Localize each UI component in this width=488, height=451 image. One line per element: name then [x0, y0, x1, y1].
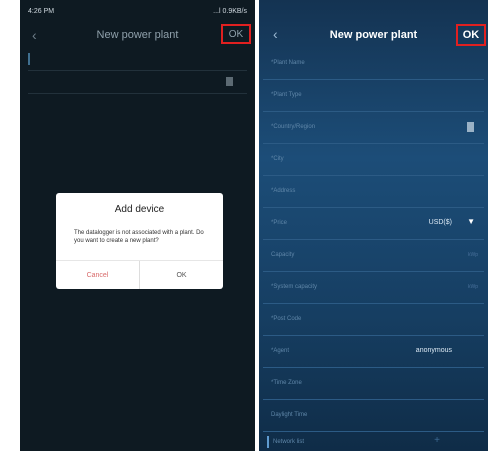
network-list-row[interactable]: Network list + — [263, 432, 484, 450]
field-label: Daylight Time — [271, 412, 308, 418]
nav-bar: ‹ New power plant OK — [20, 22, 255, 48]
form-field[interactable]: *Plant Name — [263, 48, 484, 80]
form-field[interactable]: *Post Code — [263, 304, 484, 336]
field-label: *Country/Region — [271, 124, 316, 130]
left-screen: 4:26 PM ...l 0.9KB/s ‹ New power plant O… — [20, 0, 255, 451]
page-title: New power plant — [329, 29, 418, 41]
form-field[interactable]: *City — [263, 144, 484, 176]
right-screen: ‹ New power plant OK *Plant Name *Plant T… — [259, 0, 488, 451]
field-label: *Agent — [271, 348, 290, 354]
form-field[interactable]: Capacity kWp — [263, 240, 484, 272]
dialog-title: Add device — [114, 204, 165, 215]
dropdown-caret-icon[interactable]: ▼ — [467, 217, 475, 226]
status-time: 4:26 PM — [28, 7, 55, 15]
field-label: *City — [271, 156, 284, 162]
form-field[interactable]: *Plant Type — [263, 80, 484, 112]
trash-icon[interactable] — [467, 122, 474, 132]
field-unit: kWp — [468, 284, 478, 290]
network-list-label: Network list — [273, 439, 305, 445]
field-label: *System capacity — [271, 284, 318, 290]
back-arrow-icon[interactable]: ‹ — [273, 26, 278, 42]
form-field[interactable]: *Price USD($) ▼ — [263, 208, 484, 240]
field-value: anonymous — [415, 347, 452, 354]
row-accent — [267, 436, 269, 448]
ok-button[interactable]: OK — [456, 24, 486, 46]
field-label: *Price — [271, 220, 288, 226]
form-field[interactable]: *Agent anonymous — [263, 336, 484, 368]
dialog-message: The datalogger is not associated with a … — [74, 230, 204, 244]
field-unit: kWp — [468, 252, 478, 258]
nav-bar: ‹ New power plant OK — [259, 22, 488, 48]
dialog-ok-button[interactable]: OK — [139, 261, 223, 289]
field-label: *Plant Name — [271, 60, 305, 66]
status-icons: ...l 0.9KB/s — [213, 7, 247, 15]
form-field[interactable]: *System capacity kWp — [263, 272, 484, 304]
field-value: USD($) — [428, 219, 452, 226]
field-label: *Time Zone — [271, 380, 302, 386]
form-field[interactable]: *Address — [263, 176, 484, 208]
add-icon[interactable]: + — [434, 435, 440, 446]
add-device-dialog: Add device The datalogger is not associa… — [56, 193, 223, 289]
row-accent — [28, 53, 30, 65]
page-title: New power plant — [96, 29, 179, 41]
form-row[interactable] — [28, 48, 247, 71]
form-row[interactable] — [28, 71, 247, 94]
form-field[interactable]: *Time Zone — [263, 368, 484, 400]
field-label: Capacity — [271, 252, 295, 258]
field-label: *Address — [271, 188, 296, 194]
field-label: *Plant Type — [271, 92, 302, 98]
dialog-buttons: Cancel OK — [56, 260, 223, 289]
trash-icon[interactable] — [226, 77, 233, 86]
form-field[interactable]: *Country/Region — [263, 112, 484, 144]
status-bar — [259, 0, 488, 22]
form-field[interactable]: Daylight Time — [263, 400, 484, 432]
ok-button[interactable]: OK — [221, 24, 251, 44]
dialog-cancel-button[interactable]: Cancel — [56, 261, 139, 289]
field-label: *Post Code — [271, 316, 302, 322]
plant-form: *Plant Name *Plant Type *Country/Region *Ci… — [259, 48, 488, 432]
back-arrow-icon[interactable]: ‹ — [32, 27, 37, 43]
status-bar: 4:26 PM ...l 0.9KB/s — [20, 0, 255, 22]
